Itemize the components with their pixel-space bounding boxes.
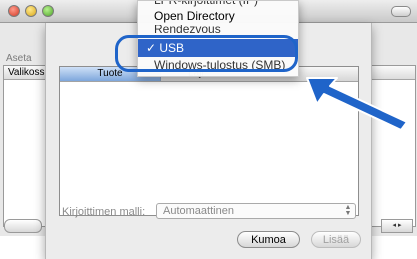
printer-list-column[interactable]: Valikoss xyxy=(8,67,45,78)
cancel-button[interactable]: Kumoa xyxy=(237,231,300,248)
menu-item-lpr[interactable]: LPR-kirjoittimet (IP) xyxy=(138,1,298,8)
close-icon[interactable] xyxy=(8,5,20,17)
printer-model-select[interactable]: Automaattinen ▲ ▼ xyxy=(156,203,356,219)
horizontal-scrollbar[interactable] xyxy=(4,219,42,233)
menu-item-open-directory[interactable]: Open Directory xyxy=(138,8,298,24)
menu-item-rendezvous[interactable]: Rendezvous xyxy=(138,25,298,33)
stepper-arrows-icon: ▲ ▼ xyxy=(344,204,352,217)
printer-model-value: Automaattinen xyxy=(163,205,234,217)
add-button[interactable]: Lisää xyxy=(311,231,361,248)
printer-model-label: Kirjoittimen malli: xyxy=(62,206,146,218)
toolbar-toggle-icon[interactable] xyxy=(391,6,411,17)
toolbar-label: Aseta xyxy=(6,53,32,64)
minimize-icon[interactable] xyxy=(25,5,37,17)
arrow-icon xyxy=(306,77,408,131)
zoom-icon[interactable] xyxy=(42,5,54,17)
scroll-arrows-icon[interactable]: ◂ ▸ xyxy=(381,219,413,233)
highlight-ring xyxy=(115,35,298,72)
